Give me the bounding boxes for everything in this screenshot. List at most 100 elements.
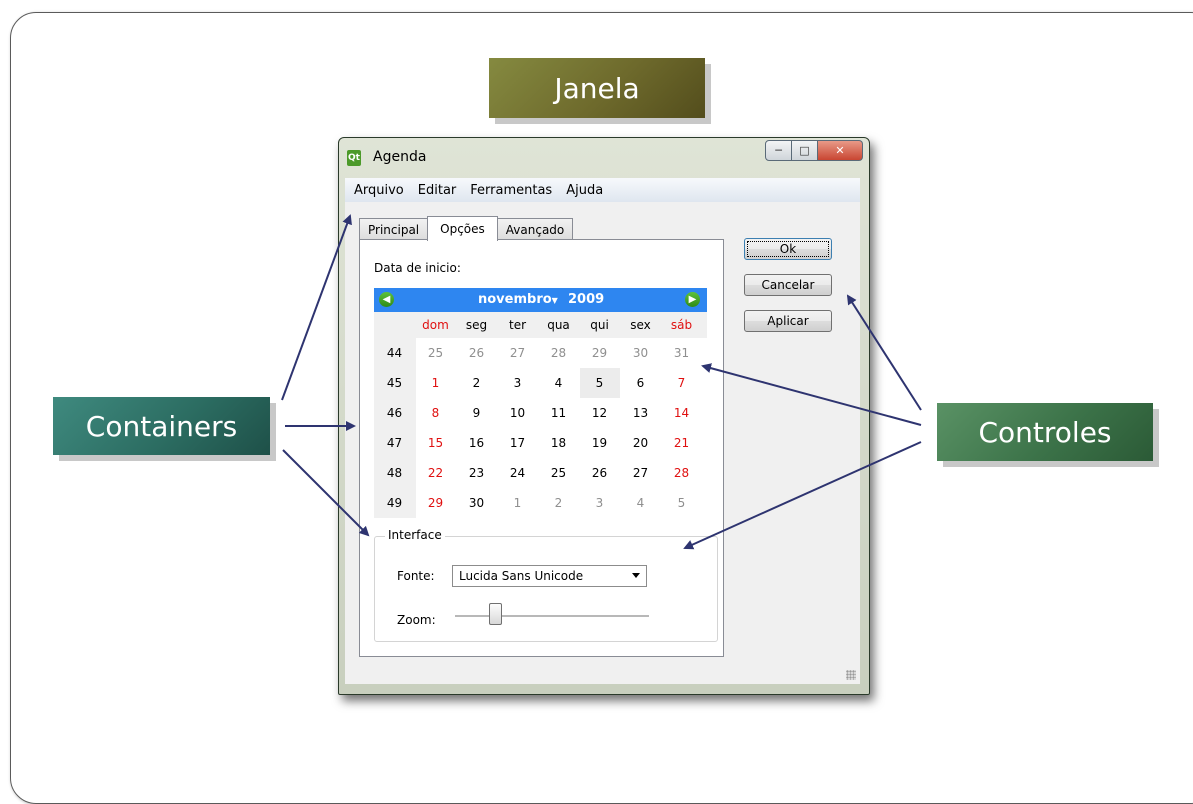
week-number: 47 — [386, 436, 403, 450]
window-client-area: Principal Opções Avançado Data de inicio… — [345, 202, 860, 684]
calendar-day[interactable]: 10 — [497, 406, 538, 420]
calendar-day[interactable]: 6 — [620, 376, 661, 390]
calendar-day[interactable]: 13 — [620, 406, 661, 420]
calendar-day[interactable]: 17 — [497, 436, 538, 450]
close-button[interactable]: ✕ — [818, 140, 863, 161]
callout-containers: Containers — [53, 397, 270, 455]
menu-bar: Arquivo Editar Ferramentas Ajuda — [345, 178, 860, 203]
calendar-day[interactable]: 19 — [579, 436, 620, 450]
menu-editar[interactable]: Editar — [418, 183, 457, 198]
calendar-day[interactable]: 24 — [497, 466, 538, 480]
weekday-header: qua — [547, 318, 570, 332]
resize-grip[interactable] — [846, 670, 856, 680]
calendar-day[interactable]: 29 — [579, 346, 620, 360]
apply-button[interactable]: Aplicar — [744, 310, 832, 332]
arrow-left-icon[interactable]: ◀ — [379, 292, 394, 307]
week-number: 45 — [386, 376, 403, 390]
calendar-day[interactable]: 15 — [415, 436, 456, 450]
calendar-year[interactable]: 2009 — [568, 292, 604, 307]
calendar-day[interactable]: 1 — [497, 496, 538, 510]
callout-controles-label: Controles — [978, 415, 1112, 449]
font-select[interactable]: Lucida Sans Unicode — [452, 565, 647, 587]
interface-group-title: Interface — [385, 528, 445, 542]
calendar-day[interactable]: 26 — [579, 466, 620, 480]
calendar-day[interactable]: 25 — [415, 346, 456, 360]
close-icon: ✕ — [835, 144, 845, 157]
week-number: 48 — [386, 466, 403, 480]
zoom-slider-track[interactable] — [455, 615, 649, 618]
apply-button-label: Aplicar — [767, 314, 809, 328]
agenda-window: Qt Agenda ─ □ ✕ Arquivo Editar Ferrament… — [338, 137, 870, 695]
arrow-right-icon[interactable]: ▶ — [685, 292, 700, 307]
cancel-button-label: Cancelar — [761, 278, 815, 292]
calendar-month-selector[interactable]: novembro▼ — [478, 292, 558, 307]
calendar-month: novembro — [478, 292, 552, 307]
calendar-day[interactable]: 3 — [579, 496, 620, 510]
weekday-header: seg — [465, 318, 488, 332]
title-bar[interactable]: Qt Agenda ─ □ ✕ — [339, 138, 869, 174]
zoom-slider-handle[interactable] — [489, 603, 502, 625]
calendar-day[interactable]: 27 — [497, 346, 538, 360]
tab-opcoes[interactable]: Opções — [427, 216, 498, 241]
callout-janela: Janela — [489, 58, 705, 118]
calendar-day[interactable]: 11 — [538, 406, 579, 420]
tab-avancado[interactable]: Avançado — [496, 218, 574, 240]
calendar-day[interactable]: 16 — [456, 436, 497, 450]
calendar-week-column — [374, 338, 416, 518]
calendar-day[interactable]: 5 — [579, 376, 620, 390]
calendar-day[interactable]: 9 — [456, 406, 497, 420]
minimize-button[interactable]: ─ — [765, 140, 792, 161]
calendar-day[interactable]: 28 — [538, 346, 579, 360]
calendar-day[interactable]: 1 — [415, 376, 456, 390]
chevron-down-icon: ▼ — [551, 296, 558, 305]
chevron-down-icon — [632, 573, 640, 578]
calendar-day[interactable]: 20 — [620, 436, 661, 450]
start-date-label: Data de inicio: — [374, 261, 461, 275]
calendar-day[interactable]: 7 — [661, 376, 702, 390]
calendar-day[interactable]: 5 — [661, 496, 702, 510]
calendar-day[interactable]: 4 — [538, 376, 579, 390]
weekday-header: ter — [508, 318, 527, 332]
menu-ferramentas[interactable]: Ferramentas — [470, 183, 552, 198]
week-number: 46 — [386, 406, 403, 420]
calendar-day[interactable]: 25 — [538, 466, 579, 480]
menu-arquivo[interactable]: Arquivo — [354, 183, 404, 198]
callout-containers-label: Containers — [85, 409, 238, 443]
window-title: Agenda — [373, 149, 427, 165]
calendar-day[interactable]: 26 — [456, 346, 497, 360]
calendar-day[interactable]: 18 — [538, 436, 579, 450]
ok-button[interactable]: Ok — [744, 238, 832, 260]
weekday-header: sex — [630, 318, 651, 332]
calendar-day[interactable]: 2 — [538, 496, 579, 510]
weekday-header: dom — [422, 318, 449, 332]
tab-principal[interactable]: Principal — [359, 218, 429, 240]
maximize-icon: □ — [799, 144, 810, 157]
calendar-day[interactable]: 27 — [620, 466, 661, 480]
calendar-day[interactable]: 14 — [661, 406, 702, 420]
cancel-button[interactable]: Cancelar — [744, 274, 832, 296]
tab-bar: Principal Opções Avançado — [359, 216, 574, 241]
calendar-day[interactable]: 28 — [661, 466, 702, 480]
week-number: 44 — [386, 346, 403, 360]
calendar-day[interactable]: 8 — [415, 406, 456, 420]
calendar-day[interactable]: 30 — [620, 346, 661, 360]
calendar-day[interactable]: 30 — [456, 496, 497, 510]
font-label: Fonte: — [397, 569, 435, 583]
calendar-day[interactable]: 4 — [620, 496, 661, 510]
menu-ajuda[interactable]: Ajuda — [566, 183, 603, 198]
calendar-day[interactable]: 31 — [661, 346, 702, 360]
calendar-day[interactable]: 29 — [415, 496, 456, 510]
calendar-day[interactable]: 22 — [415, 466, 456, 480]
maximize-button[interactable]: □ — [792, 140, 818, 161]
calendar-day[interactable]: 12 — [579, 406, 620, 420]
calendar-widget: ◀ novembro▼ 2009 ▶ dom seg ter qua qui sex sáb… — [374, 288, 707, 518]
calendar-day[interactable]: 3 — [497, 376, 538, 390]
font-select-value: Lucida Sans Unicode — [459, 569, 584, 583]
calendar-day[interactable]: 23 — [456, 466, 497, 480]
week-number: 49 — [386, 496, 403, 510]
calendar-day[interactable]: 21 — [661, 436, 702, 450]
minimize-icon: ─ — [775, 144, 782, 157]
calendar-day[interactable]: 2 — [456, 376, 497, 390]
qt-app-icon: Qt — [347, 150, 361, 166]
interface-groupbox: Interface Fonte: Lucida Sans Unicode Zoo… — [374, 528, 718, 642]
